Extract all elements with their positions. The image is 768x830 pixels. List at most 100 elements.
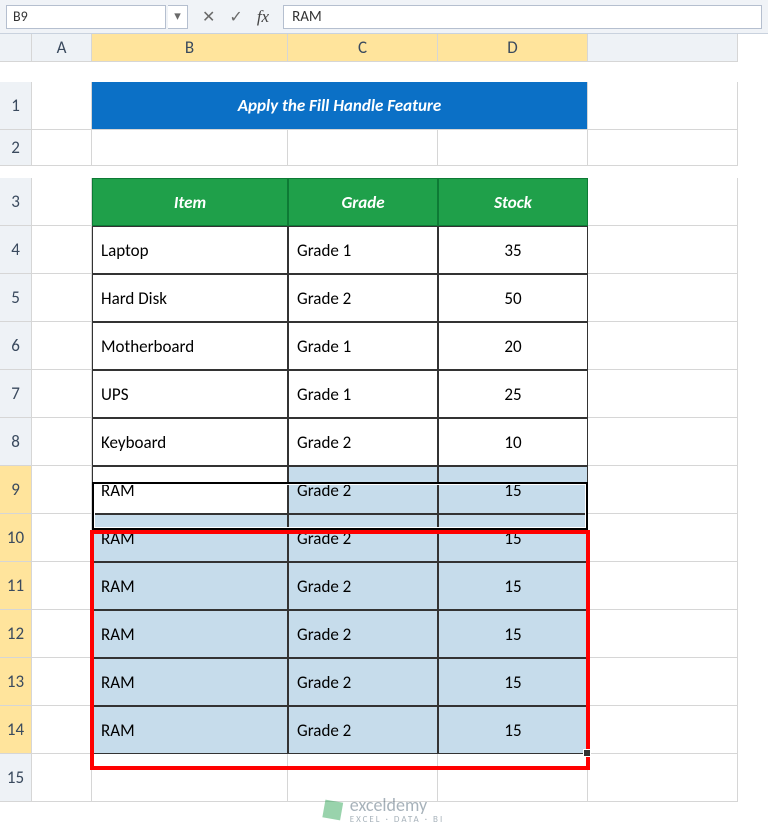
table-header-stock[interactable]: Stock bbox=[438, 178, 588, 226]
cell-C6[interactable]: Grade 1 bbox=[288, 322, 438, 370]
cell-E11[interactable] bbox=[588, 562, 738, 610]
cell-E2[interactable] bbox=[588, 130, 738, 166]
name-box-dropdown[interactable]: ▾ bbox=[168, 5, 188, 29]
cell-C12[interactable]: Grade 2 bbox=[288, 610, 438, 658]
cancel-icon[interactable]: ✕ bbox=[202, 7, 215, 27]
cell-D11[interactable]: 15 bbox=[438, 562, 588, 610]
name-box[interactable]: B9 bbox=[6, 5, 166, 29]
cell-D14[interactable]: 15 bbox=[438, 706, 588, 754]
cell-A9[interactable] bbox=[32, 466, 92, 514]
row-header-12[interactable]: 12 bbox=[0, 610, 32, 658]
cell-E7[interactable] bbox=[588, 370, 738, 418]
row-header-9[interactable]: 9 bbox=[0, 466, 32, 514]
cell-A4[interactable] bbox=[32, 226, 92, 274]
cell-B4[interactable]: Laptop bbox=[92, 226, 288, 274]
cell-C9[interactable]: Grade 2 bbox=[288, 466, 438, 514]
cell-C15[interactable] bbox=[288, 754, 438, 802]
col-header-extra[interactable] bbox=[588, 34, 738, 62]
cell-E9[interactable] bbox=[588, 466, 738, 514]
formula-bar[interactable]: RAM bbox=[283, 5, 762, 29]
row-header-6[interactable]: 6 bbox=[0, 322, 32, 370]
cell-C8[interactable]: Grade 2 bbox=[288, 418, 438, 466]
cell-A6[interactable] bbox=[32, 322, 92, 370]
cell-C11[interactable]: Grade 2 bbox=[288, 562, 438, 610]
cell-A5[interactable] bbox=[32, 274, 92, 322]
cell-E14[interactable] bbox=[588, 706, 738, 754]
row-header-1[interactable]: 1 bbox=[0, 82, 32, 130]
cell-E8[interactable] bbox=[588, 418, 738, 466]
cell-E6[interactable] bbox=[588, 322, 738, 370]
cell-E13[interactable] bbox=[588, 658, 738, 706]
cell-D7[interactable]: 25 bbox=[438, 370, 588, 418]
cell-A11[interactable] bbox=[32, 562, 92, 610]
row-header-3[interactable]: 3 bbox=[0, 178, 32, 226]
cell-A3[interactable] bbox=[32, 178, 92, 226]
cell-B14[interactable]: RAM bbox=[92, 706, 288, 754]
title-cell[interactable]: Apply the Fill Handle Feature bbox=[92, 82, 588, 130]
select-all-corner[interactable] bbox=[0, 34, 32, 62]
cell-B7[interactable]: UPS bbox=[92, 370, 288, 418]
row-header-8[interactable]: 8 bbox=[0, 418, 32, 466]
col-header-D[interactable]: D bbox=[438, 34, 588, 62]
row-header-5[interactable]: 5 bbox=[0, 274, 32, 322]
cell-D9[interactable]: 15 bbox=[438, 466, 588, 514]
row-header-14[interactable]: 14 bbox=[0, 706, 32, 754]
cell-C4[interactable]: Grade 1 bbox=[288, 226, 438, 274]
row-header-2[interactable]: 2 bbox=[0, 130, 32, 166]
cell-D12[interactable]: 15 bbox=[438, 610, 588, 658]
cell-B2[interactable] bbox=[92, 130, 288, 166]
cell-A2[interactable] bbox=[32, 130, 92, 166]
cell-A14[interactable] bbox=[32, 706, 92, 754]
table-header-item[interactable]: Item bbox=[92, 178, 288, 226]
cell-D10[interactable]: 15 bbox=[438, 514, 588, 562]
cell-A8[interactable] bbox=[32, 418, 92, 466]
cell-B11[interactable]: RAM bbox=[92, 562, 288, 610]
cell-C14[interactable]: Grade 2 bbox=[288, 706, 438, 754]
cell-B15[interactable] bbox=[92, 754, 288, 802]
cell-D8[interactable]: 10 bbox=[438, 418, 588, 466]
cell-C2[interactable] bbox=[288, 130, 438, 166]
row-header-15[interactable]: 15 bbox=[0, 754, 32, 802]
cell-A10[interactable] bbox=[32, 514, 92, 562]
cell-C10[interactable]: Grade 2 bbox=[288, 514, 438, 562]
cell-A1[interactable] bbox=[32, 82, 92, 130]
cell-D6[interactable]: 20 bbox=[438, 322, 588, 370]
cell-B6[interactable]: Motherboard bbox=[92, 322, 288, 370]
row-header-13[interactable]: 13 bbox=[0, 658, 32, 706]
cell-B8[interactable]: Keyboard bbox=[92, 418, 288, 466]
row-header-7[interactable]: 7 bbox=[0, 370, 32, 418]
cell-D4[interactable]: 35 bbox=[438, 226, 588, 274]
cell-B9[interactable]: RAM bbox=[92, 466, 288, 514]
cell-A7[interactable] bbox=[32, 370, 92, 418]
fill-handle[interactable] bbox=[583, 749, 591, 757]
cell-B13[interactable]: RAM bbox=[92, 658, 288, 706]
col-header-C[interactable]: C bbox=[288, 34, 438, 62]
cell-E12[interactable] bbox=[588, 610, 738, 658]
cell-E3[interactable] bbox=[588, 178, 738, 226]
cell-D15[interactable] bbox=[438, 754, 588, 802]
cell-E5[interactable] bbox=[588, 274, 738, 322]
cell-B12[interactable]: RAM bbox=[92, 610, 288, 658]
cell-A12[interactable] bbox=[32, 610, 92, 658]
cell-C7[interactable]: Grade 1 bbox=[288, 370, 438, 418]
cell-D2[interactable] bbox=[438, 130, 588, 166]
grid[interactable]: A B C D 1 Apply the Fill Handle Feature … bbox=[0, 34, 768, 802]
cell-E1[interactable] bbox=[588, 82, 738, 130]
cell-C5[interactable]: Grade 2 bbox=[288, 274, 438, 322]
col-header-A[interactable]: A bbox=[32, 34, 92, 62]
cell-C13[interactable]: Grade 2 bbox=[288, 658, 438, 706]
cell-B10[interactable]: RAM bbox=[92, 514, 288, 562]
cell-D5[interactable]: 50 bbox=[438, 274, 588, 322]
cell-E15[interactable] bbox=[588, 754, 738, 802]
col-header-B[interactable]: B bbox=[92, 34, 288, 62]
cell-A15[interactable] bbox=[32, 754, 92, 802]
table-header-grade[interactable]: Grade bbox=[288, 178, 438, 226]
cell-A13[interactable] bbox=[32, 658, 92, 706]
fx-icon[interactable]: fx bbox=[257, 7, 269, 27]
cell-D13[interactable]: 15 bbox=[438, 658, 588, 706]
row-header-11[interactable]: 11 bbox=[0, 562, 32, 610]
row-header-4[interactable]: 4 bbox=[0, 226, 32, 274]
cell-E10[interactable] bbox=[588, 514, 738, 562]
enter-icon[interactable]: ✓ bbox=[229, 7, 242, 27]
row-header-10[interactable]: 10 bbox=[0, 514, 32, 562]
